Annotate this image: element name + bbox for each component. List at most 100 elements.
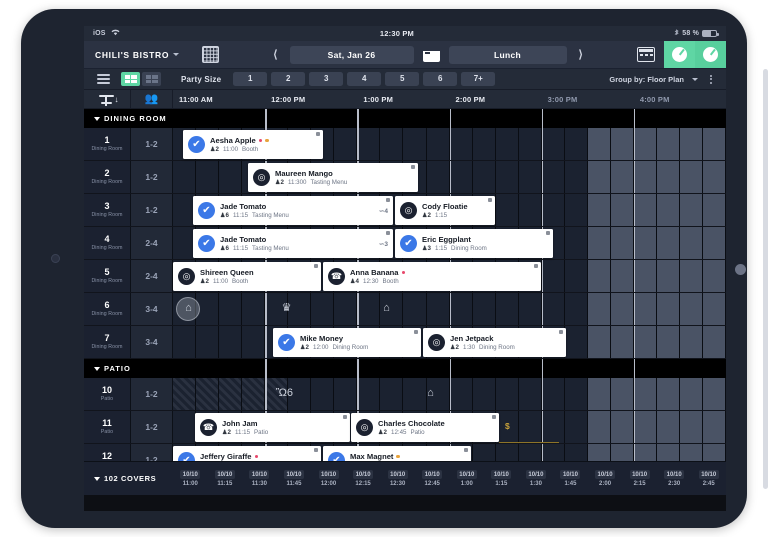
time-slot[interactable] <box>496 194 519 226</box>
walk-icon[interactable]: Ὣ6 <box>277 386 292 401</box>
table-row[interactable]: 2Dining Room1-2◎Maureen Mango♟211:300Tas… <box>84 161 726 194</box>
time-slot[interactable] <box>173 378 196 410</box>
covers-toggle[interactable]: 102 COVERS <box>84 462 173 495</box>
time-slot[interactable] <box>311 293 334 325</box>
reservation-chip[interactable]: ✔Jade Tomato♟611:15Tasting Menu∽4 <box>193 196 393 225</box>
time-slot[interactable] <box>173 161 196 193</box>
table-number-cell[interactable]: 2Dining Room <box>84 161 131 193</box>
party-size-1[interactable]: 1 <box>233 72 267 86</box>
guests-icon[interactable]: 👥 <box>131 90 173 108</box>
table-row[interactable]: 12Patio1-2✔Jeffery Giraffe♟211:00Patio✔M… <box>84 444 726 461</box>
time-slot[interactable] <box>565 411 588 443</box>
time-slot[interactable] <box>634 378 657 410</box>
time-slot[interactable] <box>611 411 634 443</box>
resize-handle-icon[interactable] <box>314 264 318 268</box>
time-slot[interactable] <box>657 326 680 358</box>
time-slot[interactable] <box>519 194 542 226</box>
row-lane[interactable]: Ὣ6⌂ <box>173 378 726 410</box>
time-slot[interactable] <box>657 411 680 443</box>
reservation-chip[interactable]: ✔Jeffery Giraffe♟211:00Patio <box>173 446 321 461</box>
time-slot[interactable] <box>703 194 726 226</box>
resize-handle-icon[interactable] <box>464 448 468 452</box>
time-slot[interactable] <box>196 378 219 410</box>
time-slot[interactable] <box>634 260 657 292</box>
row-lane[interactable]: ⌂♛⌂ <box>173 293 726 325</box>
resize-handle-icon[interactable] <box>386 198 390 202</box>
time-slot[interactable] <box>588 161 611 193</box>
time-slot[interactable] <box>657 444 680 461</box>
row-lane[interactable]: ✔Mike Money♟212:00Dining Room◎Jen Jetpac… <box>173 326 726 358</box>
table-row[interactable]: 5Dining Room2-4◎Shireen Queen♟211:00Boot… <box>84 260 726 293</box>
time-slot[interactable] <box>473 444 496 461</box>
time-slot[interactable] <box>611 293 634 325</box>
party-size-3[interactable]: 3 <box>309 72 343 86</box>
resize-handle-icon[interactable] <box>411 165 415 169</box>
table-number-cell[interactable]: 7Dining Room <box>84 326 131 358</box>
reservation-chip[interactable]: ☎Anna Banana♟412:30Booth <box>323 262 541 291</box>
time-slot[interactable] <box>542 411 565 443</box>
time-slot[interactable] <box>565 260 588 292</box>
time-slot[interactable] <box>380 128 403 160</box>
time-slot[interactable] <box>450 128 473 160</box>
timer-guest-icon[interactable] <box>695 41 726 68</box>
timeline-view-icon[interactable] <box>121 72 140 86</box>
time-slot[interactable] <box>680 293 703 325</box>
party-size-2[interactable]: 2 <box>271 72 305 86</box>
time-slot[interactable] <box>542 444 565 461</box>
home-icon[interactable]: ⌂ <box>379 301 394 316</box>
time-slot[interactable] <box>519 128 542 160</box>
timer-add-icon[interactable] <box>664 41 695 68</box>
time-slot[interactable] <box>588 378 611 410</box>
time-slot[interactable] <box>680 161 703 193</box>
time-slot[interactable] <box>680 260 703 292</box>
row-lane[interactable]: ✔Aesha Apple♟211:00Booth <box>173 128 726 160</box>
time-slot[interactable] <box>634 326 657 358</box>
table-row[interactable]: 10Patio1-2Ὣ6⌂ <box>84 378 726 411</box>
time-slot[interactable] <box>542 128 565 160</box>
shift-selector[interactable]: Lunch <box>449 46 567 64</box>
time-slot[interactable] <box>588 444 611 461</box>
time-slot[interactable] <box>219 293 242 325</box>
time-slot[interactable] <box>680 378 703 410</box>
reservation-chip[interactable]: ✔Jade Tomato♟611:15Tasting Menu∽3 <box>193 229 393 258</box>
resize-handle-icon[interactable] <box>414 330 418 334</box>
table-row[interactable]: 6Dining Room3-4⌂♛⌂ <box>84 293 726 326</box>
time-slot[interactable] <box>703 260 726 292</box>
time-slot[interactable] <box>703 293 726 325</box>
time-slot[interactable] <box>657 293 680 325</box>
time-slot[interactable] <box>334 378 357 410</box>
time-slot[interactable] <box>311 378 334 410</box>
table-row[interactable]: 7Dining Room3-4✔Mike Money♟212:00Dining … <box>84 326 726 359</box>
venue-selector[interactable]: CHILI'S BISTRO <box>84 50 202 60</box>
table-number-cell[interactable]: 11Patio <box>84 411 131 443</box>
table-number-cell[interactable]: 6Dining Room <box>84 293 131 325</box>
time-slot[interactable] <box>680 411 703 443</box>
floorplan-view-icon[interactable] <box>142 72 161 86</box>
time-slot[interactable] <box>565 194 588 226</box>
time-slot[interactable] <box>634 293 657 325</box>
reservation-chip[interactable]: ✔Eric Eggplant♟31:15Dining Room <box>395 229 553 258</box>
time-slot[interactable] <box>634 194 657 226</box>
row-lane[interactable]: ◎Maureen Mango♟211:300Tasting Menu <box>173 161 726 193</box>
time-slot[interactable] <box>565 378 588 410</box>
table-number-cell[interactable]: 10Patio <box>84 378 131 410</box>
time-slot[interactable] <box>542 378 565 410</box>
time-slot[interactable] <box>588 227 611 259</box>
time-slot[interactable] <box>357 293 380 325</box>
time-slot[interactable] <box>565 444 588 461</box>
resize-handle-icon[interactable] <box>488 198 492 202</box>
time-slot[interactable] <box>427 161 450 193</box>
time-slot[interactable] <box>680 326 703 358</box>
crown-icon[interactable]: ♛ <box>279 301 294 316</box>
time-slot[interactable] <box>450 161 473 193</box>
row-lane[interactable]: ✔Jade Tomato♟611:15Tasting Menu∽4◎Cody F… <box>173 194 726 226</box>
time-slot[interactable] <box>496 444 519 461</box>
resize-handle-icon[interactable] <box>559 330 563 334</box>
time-slot[interactable] <box>519 444 542 461</box>
floor-grid-icon[interactable] <box>202 46 219 63</box>
kebab-menu-icon[interactable] <box>706 73 716 86</box>
time-slot[interactable] <box>611 128 634 160</box>
reservation-chip[interactable]: ☎John Jam♟211:15Patio <box>195 413 350 442</box>
time-slot[interactable] <box>496 378 519 410</box>
time-slot[interactable] <box>427 128 450 160</box>
